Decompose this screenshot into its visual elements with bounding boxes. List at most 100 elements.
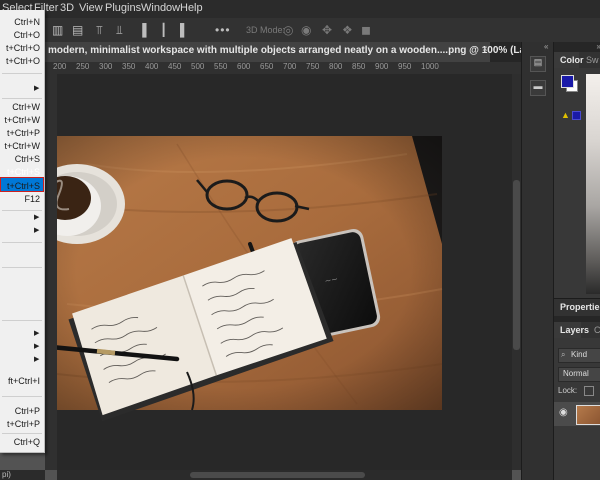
ruler-mark: 550	[214, 62, 228, 71]
3d-rotate-icon[interactable]: ◎	[283, 23, 293, 37]
ruler-mark: 900	[375, 62, 389, 71]
align-right-icon[interactable]: ▌	[180, 23, 189, 37]
submenu-arrow-icon: ▶	[34, 214, 40, 221]
menu-separator	[2, 396, 42, 397]
status-bar: pi)	[0, 470, 45, 480]
ruler-mark: 450	[168, 62, 182, 71]
ruler-mark: 400	[145, 62, 159, 71]
lock-transparent-icon[interactable]	[584, 386, 594, 396]
menu-separator	[2, 73, 42, 74]
3d-drag-icon[interactable]: ✥	[322, 23, 332, 37]
menu-item-save-as[interactable]: t+Ctrl+S	[0, 167, 40, 177]
collapse-panels-icon[interactable]: «	[544, 42, 548, 51]
menu-item-save[interactable]: Ctrl+S	[0, 154, 40, 164]
menu-bar: Select Filter 3D View Plugins Window Hel…	[0, 0, 600, 18]
blend-mode-value: Normal	[563, 369, 589, 378]
menu-item-save-copy[interactable]: t+Ctrl+S	[0, 181, 40, 191]
document-tab-title: modern, minimalist workspace with multip…	[48, 45, 600, 56]
menu-3d[interactable]: 3D	[60, 2, 74, 14]
foreground-color-swatch[interactable]	[561, 75, 574, 88]
submenu-arrow-icon: ▶	[34, 356, 40, 363]
menu-item-print-one-copy[interactable]: t+Ctrl+P	[0, 419, 40, 429]
color-panel: ▲	[554, 68, 600, 298]
layer-filter-field[interactable]: ⌕ Kind	[558, 348, 600, 363]
blend-mode-select[interactable]: Normal	[558, 367, 600, 382]
tab-color[interactable]: Color	[560, 55, 584, 65]
document-image: ~~	[57, 136, 443, 422]
history-panel-icon[interactable]: ▤	[530, 56, 546, 72]
menu-item-browse[interactable]: t+Ctrl+O	[0, 43, 40, 53]
align-top-icon[interactable]: ⫪	[96, 23, 103, 38]
menu-window[interactable]: Window	[141, 2, 180, 14]
submenu-arrow-icon: ▶	[34, 343, 40, 350]
menu-item-revert[interactable]: F12	[0, 194, 40, 204]
tab-properties[interactable]: Properties	[560, 302, 600, 312]
kind-label: Kind	[571, 350, 588, 359]
align-center-icon[interactable]: ┃	[160, 23, 167, 37]
web-safe-color-icon[interactable]	[572, 111, 581, 120]
menu-item-close-all[interactable]: t+Ctrl+W	[0, 115, 40, 125]
file-menu-dropdown: Ctrl+N Ctrl+O t+Ctrl+O t+Ctrl+O ▶ Ctrl+W…	[0, 10, 45, 453]
submenu-arrow-icon: ▶	[34, 330, 40, 337]
ruler-mark: 650	[260, 62, 274, 71]
ruler-mark: 300	[99, 62, 113, 71]
ruler-mark: 950	[398, 62, 412, 71]
panel-icon-strip: « ▤ ▬	[521, 42, 554, 480]
menu-item-close-others[interactable]: t+Ctrl+P	[0, 128, 40, 138]
comments-panel-icon[interactable]: ▬	[530, 80, 546, 96]
horizontal-scroll-thumb[interactable]	[190, 472, 365, 478]
menu-item-open[interactable]: Ctrl+O	[0, 30, 40, 40]
submenu-arrow-icon: ▶	[34, 85, 40, 92]
menu-separator	[2, 242, 42, 243]
options-bar: ▥ ▤ ⫪ ⫫ ▐ ┃ ▌ ••• 3D Mode: ◎ ◉ ✥ ❖ ◼	[0, 18, 600, 43]
layer-thumbnail	[576, 405, 600, 425]
tab-swatches[interactable]: Sw	[586, 55, 599, 65]
menu-item-open-as[interactable]: t+Ctrl+O	[0, 56, 40, 66]
color-field[interactable]	[586, 74, 600, 294]
3d-roll-icon[interactable]: ◉	[301, 23, 311, 37]
ruler-mark: 600	[237, 62, 251, 71]
ruler-mark: 700	[283, 62, 297, 71]
menu-item-close[interactable]: Ctrl+W	[0, 102, 40, 112]
ruler-mark: 750	[306, 62, 320, 71]
3d-mode-label: 3D Mode:	[246, 25, 286, 35]
tab-channels[interactable]: Ch	[594, 325, 600, 335]
menu-separator	[2, 98, 42, 99]
menu-item-exit[interactable]: Ctrl+Q	[0, 437, 40, 447]
distribute-icon[interactable]: ▤	[72, 23, 83, 37]
menu-item-close-and-go[interactable]: t+Ctrl+W	[0, 141, 40, 151]
visibility-eye-icon[interactable]: ◉	[559, 407, 568, 418]
more-options-icon[interactable]: •••	[215, 23, 231, 37]
menu-plugins[interactable]: Plugins	[105, 2, 141, 14]
close-tab-icon[interactable]: ×	[482, 44, 488, 55]
ruler-mark: 350	[122, 62, 136, 71]
3d-slide-icon[interactable]: ❖	[342, 23, 353, 37]
menu-item-new[interactable]: Ctrl+N	[0, 17, 40, 27]
layer-row[interactable]: ◉	[554, 402, 600, 426]
submenu-arrow-icon: ▶	[34, 227, 40, 234]
search-icon: ⌕	[561, 350, 566, 359]
ruler-mark: 250	[76, 62, 90, 71]
ruler-mark: 1000	[421, 62, 439, 71]
menu-separator	[2, 210, 42, 211]
menu-item-file-info[interactable]: ft+Ctrl+I	[0, 376, 40, 386]
expand-panels-icon[interactable]: »	[554, 42, 600, 52]
align-icon[interactable]: ▥	[52, 23, 63, 37]
vertical-scroll-thumb[interactable]	[513, 180, 520, 350]
3d-video-icon[interactable]: ◼	[361, 23, 371, 37]
right-panel-dock: » Color Sw ▲ Properties Layers Ch ⌕ Kind…	[553, 42, 600, 480]
align-middle-icon[interactable]: ⫫	[116, 23, 123, 38]
menu-item-print[interactable]: Ctrl+P	[0, 406, 40, 416]
warning-icon[interactable]: ▲	[561, 110, 570, 120]
menu-help[interactable]: Help	[180, 2, 203, 14]
tab-layers[interactable]: Layers	[560, 325, 589, 335]
canvas-area[interactable]: ~~	[57, 74, 512, 470]
ruler-mark: 800	[329, 62, 343, 71]
menu-separator	[2, 320, 42, 321]
menu-view[interactable]: View	[79, 2, 103, 14]
status-text: pi)	[2, 470, 11, 479]
lock-label: Lock:	[558, 386, 578, 395]
align-left-icon[interactable]: ▐	[138, 23, 147, 37]
layers-panel: ⌕ Kind Normal Lock: ◉	[554, 338, 600, 480]
ruler-mark: 200	[53, 62, 67, 71]
